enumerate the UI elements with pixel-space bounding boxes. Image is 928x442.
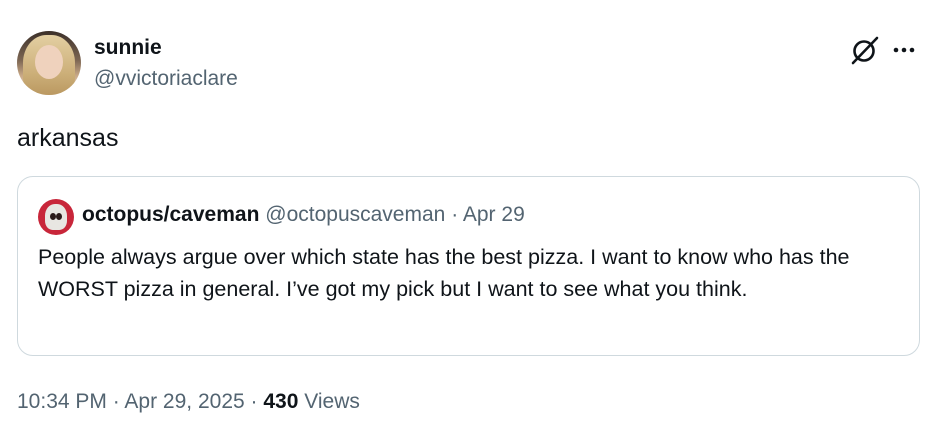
tweet-date[interactable]: Apr 29, 2025	[124, 390, 244, 413]
quoted-tweet[interactable]: octopus/caveman @octopuscaveman · Apr 29…	[17, 176, 920, 356]
footer-separator: ·	[112, 390, 120, 413]
tweet-time[interactable]: 10:34 PM	[17, 390, 107, 413]
author-handle[interactable]: @vvictoriaclare	[94, 66, 238, 92]
quoted-header: octopus/caveman @octopuscaveman · Apr 29	[82, 202, 525, 228]
tweet: sunnie @vvictoriaclare arkansas octopus/…	[0, 0, 928, 442]
views-count: 430	[263, 390, 299, 413]
quoted-author-name[interactable]: octopus/caveman	[82, 203, 259, 226]
quoted-author-handle[interactable]: @octopuscaveman	[265, 203, 445, 226]
author-name[interactable]: sunnie	[94, 35, 162, 61]
more-icon[interactable]	[891, 33, 917, 67]
footer-separator: ·	[250, 390, 258, 413]
tweet-footer: 10:34 PM · Apr 29, 2025 · 430 Views	[17, 389, 360, 415]
quoted-text: People always argue over which state has…	[38, 245, 850, 301]
grok-icon[interactable]	[848, 33, 882, 67]
tweet-text: arkansas	[17, 124, 119, 152]
quoted-avatar-eye	[56, 213, 62, 220]
avatar-face	[35, 45, 63, 79]
quoted-separator: ·	[451, 203, 459, 226]
views-label: Views	[304, 390, 360, 413]
avatar[interactable]	[17, 31, 81, 95]
quoted-avatar[interactable]	[38, 199, 74, 235]
quoted-date[interactable]: Apr 29	[463, 203, 525, 226]
